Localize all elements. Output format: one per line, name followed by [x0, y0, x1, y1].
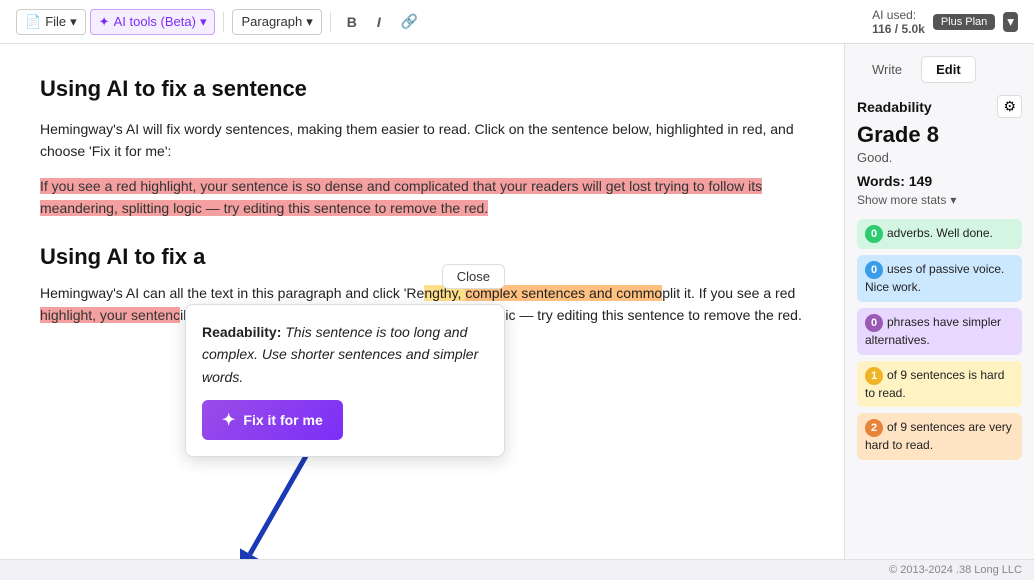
- fix-sparkle-icon: ✦: [222, 410, 235, 430]
- fix-it-button[interactable]: ✦ Fix it for me: [202, 400, 343, 440]
- paragraph-style-button[interactable]: Paragraph ▾: [232, 9, 321, 35]
- para2-after-yellow: plit it. If you see a red: [662, 285, 795, 301]
- grade-desc: Good.: [857, 150, 1022, 165]
- fix-btn-label: Fix it for me: [243, 412, 322, 428]
- sidebar-tabs: Write Edit: [857, 56, 1022, 83]
- plan-dropdown-button[interactable]: ▾: [1003, 12, 1018, 32]
- main-layout: Using AI to fix a sentence Hemingway's A…: [0, 44, 1034, 559]
- ai-used-label: AI used: 116 / 5.0k: [872, 8, 925, 36]
- heading-2: Using AI to fix a: [40, 244, 804, 270]
- toolbar: 📄 File ▾ ✦ AI tools (Beta) ▾ Paragraph ▾…: [0, 0, 1034, 44]
- divider-1: [223, 12, 224, 32]
- readability-settings-button[interactable]: ⚙: [997, 95, 1022, 118]
- italic-button[interactable]: I: [369, 10, 389, 34]
- file-label: File: [45, 14, 66, 29]
- stat-badge: 1of 9 sentences is hard to read.: [857, 361, 1022, 408]
- highlighted-sentence[interactable]: If you see a red highlight, your sentenc…: [40, 175, 804, 220]
- readability-header: Readability ⚙: [857, 95, 1022, 118]
- stats-badges: 0adverbs. Well done. 0uses of passive voi…: [857, 219, 1022, 460]
- chevron-down-icon-ai: ▾: [200, 14, 207, 30]
- file-menu-button[interactable]: 📄 File ▾: [16, 9, 86, 35]
- chevron-down-stats-icon: ▾: [950, 193, 956, 207]
- toolbar-right: AI used: 116 / 5.0k Plus Plan ▾: [872, 8, 1018, 36]
- plan-badge: Plus Plan: [933, 14, 995, 30]
- copyright-text: © 2013-2024 .38 Long LLC: [889, 564, 1022, 576]
- readability-title: Readability: [857, 99, 932, 115]
- bold-button[interactable]: B: [339, 10, 365, 34]
- words-count: Words: 149: [857, 173, 1022, 189]
- show-more-stats-button[interactable]: Show more stats ▾: [857, 193, 1022, 207]
- popup-box: Readability: This sentence is too long a…: [185, 304, 505, 457]
- popup-overlay: Close Readability: This sentence is too …: [185, 304, 505, 457]
- ai-sparkle-icon: ✦: [99, 14, 110, 30]
- paragraph-label: Paragraph: [241, 14, 302, 29]
- edit-tab[interactable]: Edit: [921, 56, 976, 83]
- para2-red: highlight, your sentenc: [40, 307, 180, 323]
- toolbar-left: 📄 File ▾ ✦ AI tools (Beta) ▾ Paragraph ▾…: [16, 9, 426, 35]
- content-area: Using AI to fix a sentence Hemingway's A…: [0, 44, 844, 559]
- write-tab[interactable]: Write: [857, 56, 917, 83]
- grade-label: Grade 8: [857, 122, 1022, 148]
- para2-mid: l the text in this paragraph and click '…: [180, 285, 424, 301]
- popup-readability-text: Readability: This sentence is too long a…: [202, 321, 488, 388]
- stat-badge: 0phrases have simpler alternatives.: [857, 308, 1022, 355]
- divider-2: [330, 12, 331, 32]
- ai-tools-button[interactable]: ✦ AI tools (Beta) ▾: [90, 9, 216, 35]
- close-button[interactable]: Close: [442, 264, 505, 289]
- footer: © 2013-2024 .38 Long LLC: [0, 559, 1034, 580]
- chevron-down-icon: ▾: [70, 14, 77, 30]
- intro-para-1: Hemingway's AI will fix wordy sentences,…: [40, 118, 804, 163]
- heading-1: Using AI to fix a sentence: [40, 76, 804, 102]
- stat-badge: 0adverbs. Well done.: [857, 219, 1022, 249]
- file-icon: 📄: [25, 14, 41, 30]
- ai-tools-label: AI tools (Beta): [114, 14, 196, 29]
- stat-badge: 0uses of passive voice. Nice work.: [857, 255, 1022, 302]
- para2-start: Hemingway's AI can al: [40, 285, 180, 301]
- link-button[interactable]: 🔗: [393, 9, 426, 34]
- red-highlight-text[interactable]: If you see a red highlight, your sentenc…: [40, 178, 762, 216]
- sidebar: Write Edit Readability ⚙ Grade 8 Good. W…: [844, 44, 1034, 559]
- chevron-down-icon-para: ▾: [306, 14, 313, 30]
- stat-badge: 2of 9 sentences are very hard to read.: [857, 413, 1022, 460]
